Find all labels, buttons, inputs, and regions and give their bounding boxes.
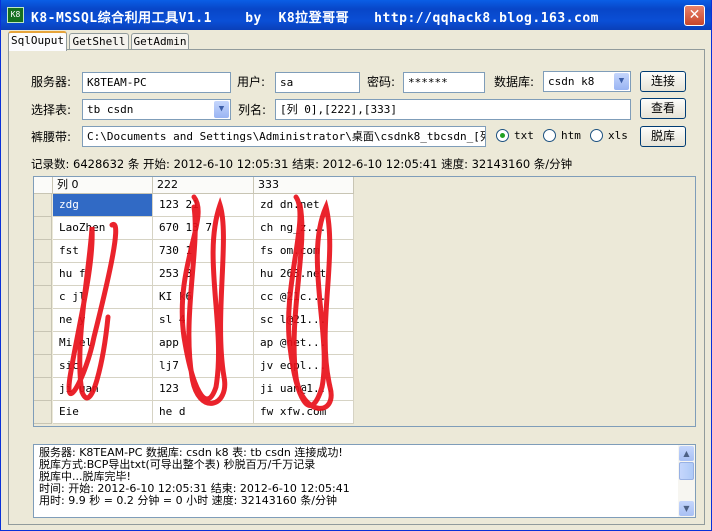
main-window: K8 K8-MSSQL综合利用工具V1.1 by K8拉登哥哥 http://q… <box>0 0 712 531</box>
radio-htm-label: htm <box>561 129 581 142</box>
chevron-down-icon[interactable]: ▼ <box>614 73 629 90</box>
path-input[interactable]: C:\Documents and Settings\Administrator\… <box>82 126 486 147</box>
table-label: 选择表: <box>31 103 72 117</box>
scroll-up-icon[interactable]: ▲ <box>679 446 694 461</box>
table-select[interactable]: tb csdn ▼ <box>82 99 231 120</box>
server-label: 服务器: <box>31 75 72 89</box>
scroll-thumb[interactable] <box>679 462 694 480</box>
title-bar[interactable]: K8 K8-MSSQL综合利用工具V1.1 by K8拉登哥哥 http://q… <box>1 0 711 30</box>
column-label: 列名: <box>238 103 267 117</box>
window-title: K8-MSSQL综合利用工具V1.1 by K8拉登哥哥 http://qqha… <box>31 11 599 26</box>
table-select-value: tb csdn <box>87 103 134 116</box>
server-input[interactable]: K8TEAM-PC <box>82 72 231 93</box>
chevron-down-icon[interactable]: ▼ <box>214 101 229 118</box>
censor-scribbles <box>66 194 334 411</box>
log-line: 用时: 9.9 秒 = 0.2 分钟 = 0 小时 速度: 32143160 条… <box>39 494 337 507</box>
path-label: 裤腰带: <box>31 130 72 144</box>
scroll-down-icon[interactable]: ▼ <box>679 501 694 516</box>
close-button[interactable]: ✕ <box>684 5 705 26</box>
column-input[interactable]: [列 0],[222],[333] <box>275 99 631 120</box>
app-icon: K8 <box>7 7 24 23</box>
database-select-value: csdn k8 <box>548 75 595 88</box>
user-label: 用户: <box>237 75 266 89</box>
radio-txt[interactable] <box>496 129 509 142</box>
dump-button[interactable]: 脱库 <box>640 126 686 147</box>
log-scrollbar[interactable]: ▲ ▼ <box>678 445 695 517</box>
password-label: 密码: <box>367 75 396 89</box>
password-input[interactable]: ****** <box>403 72 485 93</box>
tab-getadmin[interactable]: GetAdmin <box>131 33 189 50</box>
log-output[interactable]: 服务器: K8TEAM-PC 数据库: csdn k8 表: tb csdn 连… <box>33 444 696 518</box>
radio-xls-label: xls <box>608 129 628 142</box>
database-select[interactable]: csdn k8 ▼ <box>543 71 631 92</box>
radio-xls[interactable] <box>590 129 603 142</box>
connect-button[interactable]: 连接 <box>640 71 686 92</box>
tab-getshell[interactable]: GetShell <box>69 33 129 50</box>
censor-scribble <box>179 194 228 406</box>
radio-htm[interactable] <box>543 129 556 142</box>
user-input[interactable]: sa <box>275 72 360 93</box>
tab-sqloutput[interactable]: SqlOuput <box>8 31 67 51</box>
database-label: 数据库: <box>494 75 535 89</box>
censor-scribble <box>286 194 334 411</box>
status-line: 记录数: 6428632 条 开始: 2012-6-10 12:05:31 结束… <box>31 157 573 171</box>
results-grid[interactable]: 列 0 222 333 zdg 123 21 zd dn.net LaoZhen… <box>33 176 696 427</box>
sqloutput-panel: 服务器: K8TEAM-PC 用户: sa 密码: ****** 数据库: cs… <box>8 49 705 525</box>
radio-txt-label: txt <box>514 129 534 142</box>
view-button[interactable]: 查看 <box>640 98 686 119</box>
censor-scribble <box>66 222 119 401</box>
